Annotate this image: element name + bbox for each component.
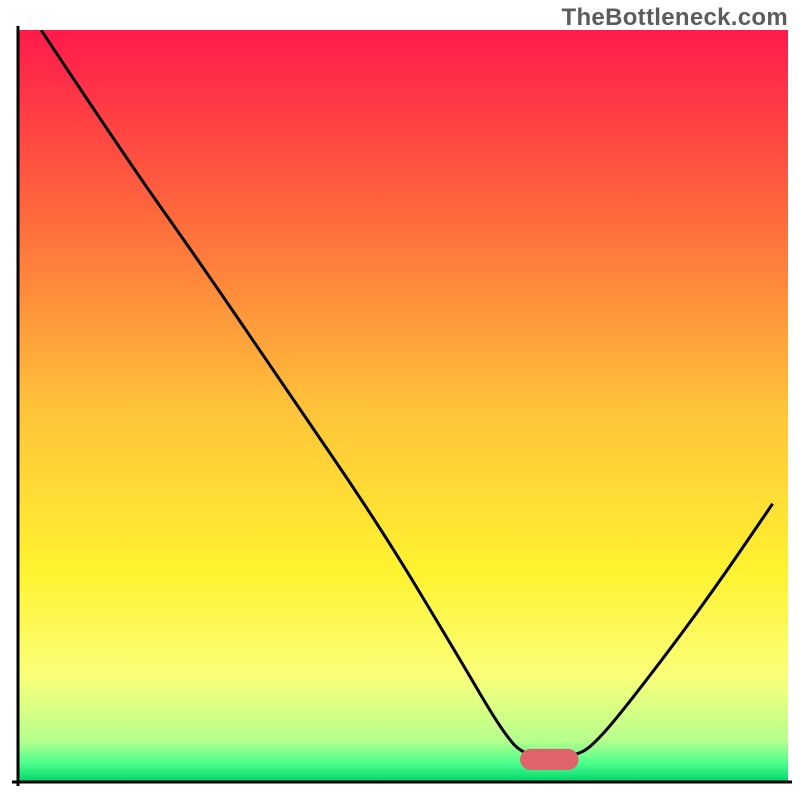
watermark-text: TheBottleneck.com bbox=[562, 4, 788, 32]
optimum-marker bbox=[520, 749, 579, 770]
chart-frame: TheBottleneck.com bbox=[0, 0, 800, 800]
bottleneck-chart bbox=[0, 0, 800, 800]
gradient-background bbox=[18, 30, 788, 782]
